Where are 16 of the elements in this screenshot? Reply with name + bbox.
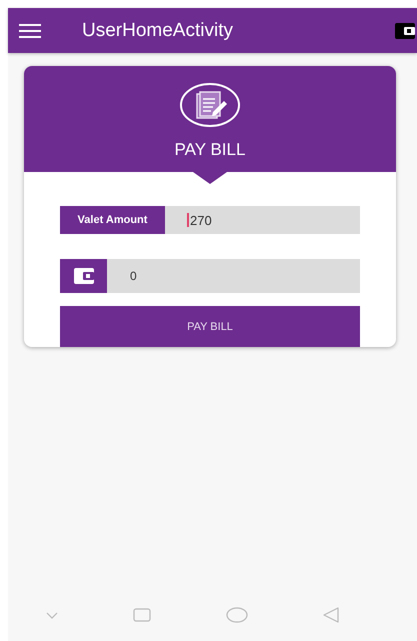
- wallet-icon: [74, 268, 94, 284]
- back-icon[interactable]: [323, 607, 340, 623]
- recents-icon[interactable]: [132, 608, 151, 622]
- bill-icon: [179, 82, 241, 128]
- menu-icon[interactable]: [19, 24, 41, 38]
- wallet-value: 0: [129, 268, 137, 285]
- pay-bill-button[interactable]: PAY BILL: [60, 306, 360, 347]
- home-icon[interactable]: [226, 607, 248, 623]
- chevron-down-icon[interactable]: [46, 612, 58, 618]
- wallet-icon[interactable]: [395, 22, 415, 38]
- card-title: PAY BILL: [174, 140, 246, 160]
- amount-value: 270: [165, 206, 212, 234]
- amount-field[interactable]: Valet Amount 270: [60, 206, 360, 234]
- field-label: Valet Amount: [60, 206, 165, 234]
- screen-title: UserHomeActivity: [82, 20, 234, 42]
- wallet-field[interactable]: 0: [60, 259, 360, 293]
